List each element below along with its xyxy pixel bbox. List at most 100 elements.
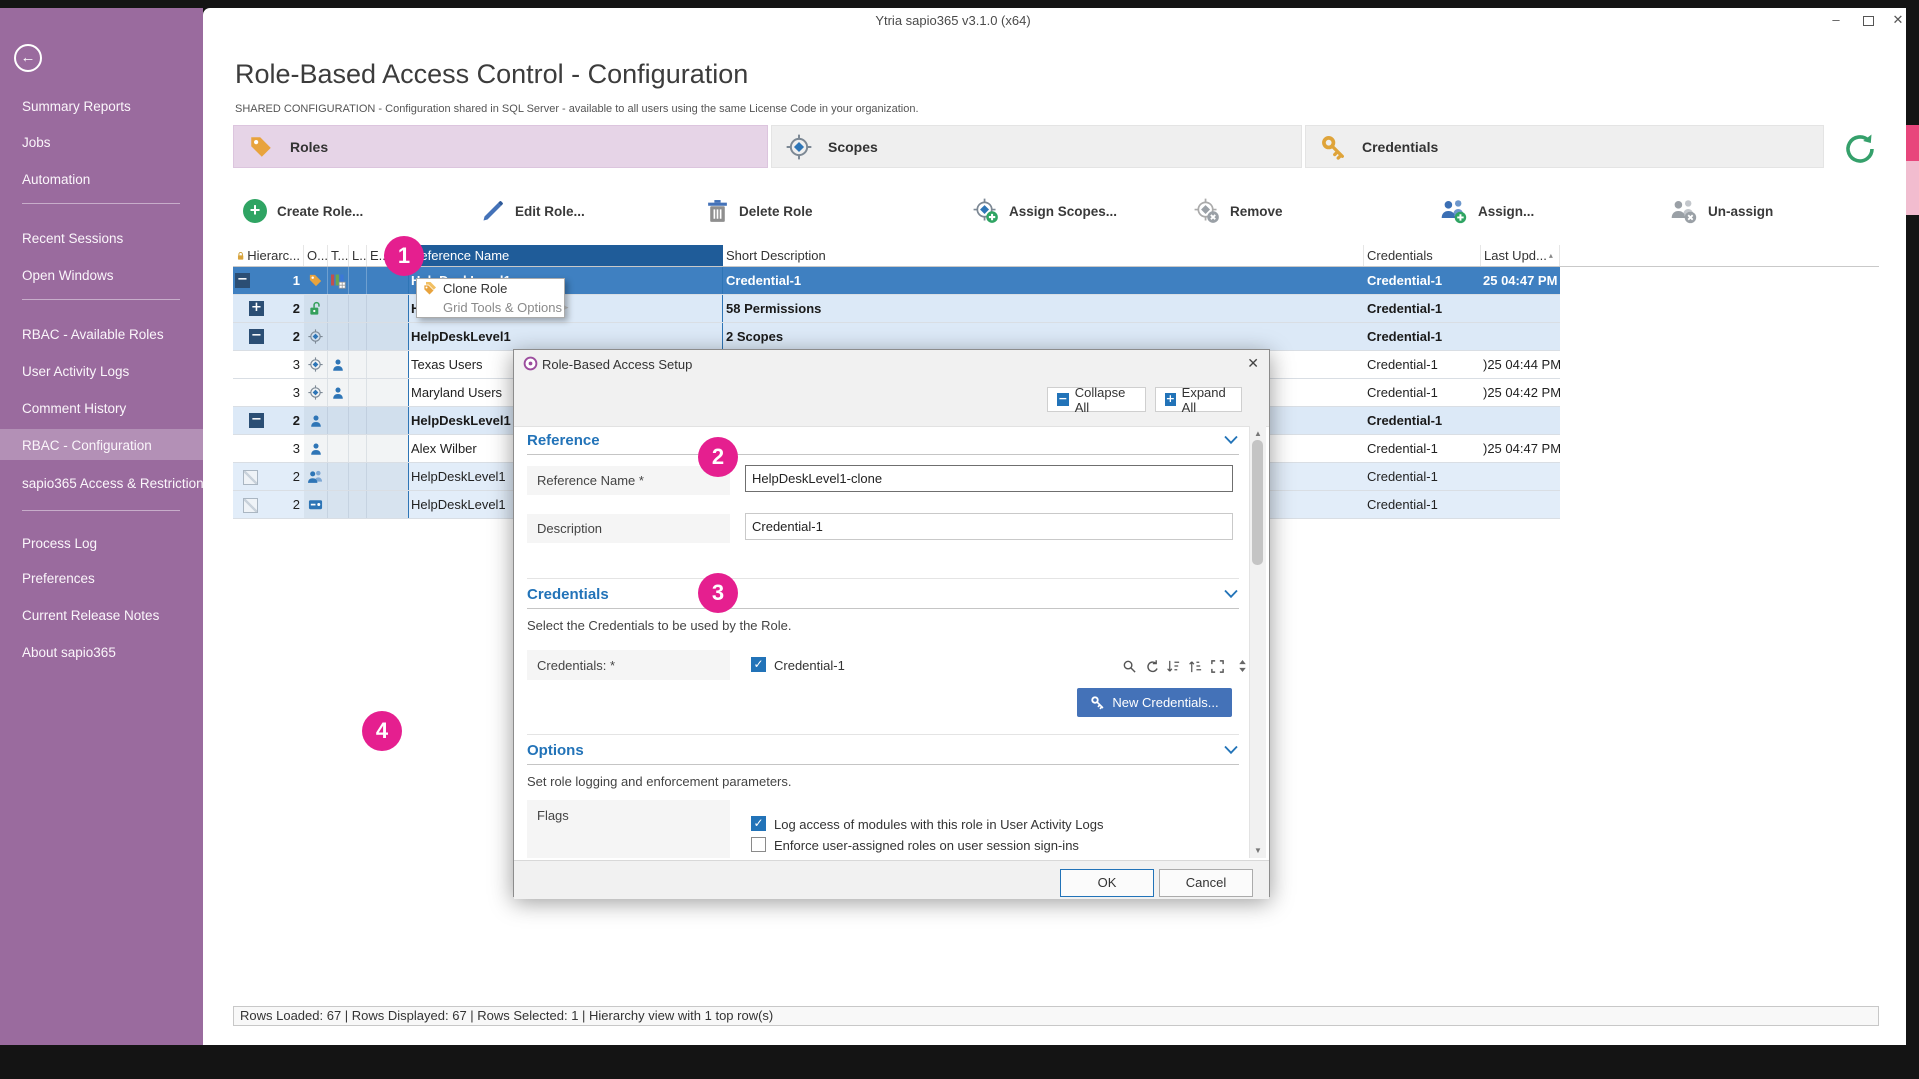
sidebar-item-recent-sessions[interactable]: Recent Sessions: [22, 231, 123, 246]
column-header-credentials[interactable]: Credentials: [1364, 245, 1481, 266]
chevron-down-icon[interactable]: [1223, 435, 1239, 445]
dialog-header: Role-Based Access Setup ✕ − Collapse All…: [514, 350, 1269, 427]
credential-1-checkbox[interactable]: [751, 657, 766, 672]
sidebar-item-user-activity-logs[interactable]: User Activity Logs: [22, 364, 129, 379]
minimize-button[interactable]: –: [1825, 11, 1847, 29]
create-role-button[interactable]: + Create Role...: [243, 196, 363, 226]
dialog-scrollbar[interactable]: ▲ ▼: [1249, 426, 1266, 858]
collapse-toggle[interactable]: −: [235, 273, 250, 288]
collapse-all-icon: −: [1057, 393, 1069, 406]
description-input[interactable]: [745, 513, 1233, 540]
column-header-reference-name[interactable]: Reference Name: [408, 245, 723, 266]
scroll-up-icon[interactable]: ▲: [1250, 429, 1266, 438]
unlock-icon: [308, 301, 323, 316]
annotation-badge-3: 3: [698, 573, 738, 613]
search-icon[interactable]: [1122, 659, 1137, 674]
sidebar-item-sapio365-access[interactable]: sapio365 Access & Restrictions: [22, 476, 210, 491]
sidebar-item-open-windows[interactable]: Open Windows: [22, 268, 114, 283]
sidebar-item-comment-history[interactable]: Comment History: [22, 401, 126, 416]
annotation-badge-2: 2: [698, 437, 738, 477]
pencil-icon: [481, 199, 505, 223]
main-content: Role-Based Access Control - Configuratio…: [203, 33, 1906, 1045]
column-header-blank: [1560, 245, 1879, 266]
sidebar-item-process-log[interactable]: Process Log: [22, 536, 97, 551]
column-header-l[interactable]: L...: [349, 245, 367, 266]
assign-users-button[interactable]: Assign...: [1440, 196, 1534, 226]
chevron-down-icon[interactable]: [1223, 745, 1239, 755]
maximize-button[interactable]: [1863, 16, 1874, 26]
delete-role-button[interactable]: Delete Role: [706, 196, 813, 226]
key-icon: [1320, 134, 1346, 160]
fullscreen-icon[interactable]: [1210, 659, 1225, 674]
column-header-o[interactable]: O...: [304, 245, 328, 266]
cancel-button[interactable]: Cancel: [1159, 869, 1253, 897]
collapse-toggle[interactable]: −: [249, 413, 264, 428]
sidebar-item-summary-reports[interactable]: Summary Reports: [22, 99, 131, 114]
sort-desc-icon[interactable]: [1188, 659, 1203, 674]
ok-button[interactable]: OK: [1060, 869, 1154, 897]
user-icon: [331, 358, 345, 372]
page-title: Role-Based Access Control - Configuratio…: [235, 59, 748, 90]
section-options[interactable]: Options: [527, 742, 1239, 759]
section-credentials[interactable]: Credentials: [527, 586, 1239, 603]
menu-item-clone-role[interactable]: Clone Role: [417, 279, 564, 298]
key-icon: [1090, 695, 1105, 710]
section-reference[interactable]: Reference: [527, 432, 1239, 449]
edit-role-button[interactable]: Edit Role...: [481, 196, 585, 226]
menu-item-grid-tools-options[interactable]: Grid Tools & Options ▸: [417, 298, 564, 317]
collapse-toggle[interactable]: −: [249, 329, 264, 344]
refresh-icon[interactable]: [1842, 131, 1878, 167]
log-access-checkbox[interactable]: [751, 816, 766, 831]
dialog-footer: OK Cancel: [514, 860, 1269, 899]
section-divider: [527, 454, 1239, 455]
user-icon: [309, 442, 323, 456]
sidebar-item-rbac-configuration[interactable]: RBAC - Configuration: [22, 438, 152, 453]
expand-all-button[interactable]: + Expand All: [1155, 387, 1242, 412]
sort-indicator-icon: ▴: [1549, 251, 1553, 260]
row-checkbox[interactable]: [243, 498, 258, 513]
new-credentials-button[interactable]: New Credentials...: [1077, 688, 1232, 717]
sidebar-item-automation[interactable]: Automation: [22, 172, 90, 187]
enforce-roles-checkbox[interactable]: [751, 837, 766, 852]
annotation-badge-4: 4: [362, 711, 402, 751]
tab-label: Roles: [290, 139, 328, 155]
section-divider: [527, 608, 1239, 609]
dialog-title: Role-Based Access Setup: [542, 357, 692, 372]
reference-name-input[interactable]: [745, 465, 1233, 492]
scroll-down-icon[interactable]: ▼: [1250, 846, 1266, 855]
unassign-users-button[interactable]: Un-assign: [1670, 196, 1773, 226]
tab-credentials[interactable]: Credentials: [1305, 125, 1824, 168]
users-icon: [307, 469, 324, 484]
credentials-list-toolbar: [1122, 658, 1249, 674]
spinner-icon[interactable]: [1236, 658, 1249, 674]
column-header-short-description[interactable]: Short Description: [723, 245, 1364, 266]
chevron-down-icon[interactable]: [1223, 589, 1239, 599]
row-checkbox[interactable]: [243, 470, 258, 485]
sidebar-item-current-release-notes[interactable]: Current Release Notes: [22, 608, 159, 623]
column-header-last-updated[interactable]: Last Upd...▴: [1481, 245, 1560, 266]
sidebar-item-rbac-available-roles[interactable]: RBAC - Available Roles: [22, 327, 164, 342]
collapse-all-button[interactable]: − Collapse All: [1047, 387, 1146, 412]
column-header-hierarchy[interactable]: Hierarc...: [233, 245, 304, 266]
undo-icon[interactable]: [1144, 659, 1159, 674]
sort-asc-icon[interactable]: [1166, 659, 1181, 674]
remove-scope-button[interactable]: Remove: [1194, 196, 1283, 226]
credentials-hint: Select the Credentials to be used by the…: [527, 618, 792, 633]
scrollbar-thumb[interactable]: [1252, 440, 1263, 565]
scope-add-icon: [973, 198, 999, 224]
dialog-close-icon[interactable]: ✕: [1247, 355, 1259, 372]
reference-name-label: Reference Name *: [527, 466, 730, 495]
submenu-arrow-icon: ▸: [564, 302, 569, 313]
back-button[interactable]: ←: [14, 44, 42, 72]
desktop-strip-bottom: [0, 1045, 1919, 1079]
tab-scopes[interactable]: Scopes: [771, 125, 1302, 168]
sidebar-item-preferences[interactable]: Preferences: [22, 571, 95, 586]
tab-label: Credentials: [1362, 139, 1438, 155]
assign-scopes-button[interactable]: Assign Scopes...: [973, 196, 1117, 226]
column-header-t[interactable]: T...: [328, 245, 349, 266]
sidebar-item-jobs[interactable]: Jobs: [22, 135, 51, 150]
tab-roles[interactable]: Roles: [233, 125, 768, 168]
sidebar-item-about-sapio365[interactable]: About sapio365: [22, 645, 116, 660]
expand-toggle[interactable]: +: [249, 301, 264, 316]
table-row[interactable]: −2 HelpDeskLevel1 2 Scopes Credential-1: [233, 323, 1560, 351]
